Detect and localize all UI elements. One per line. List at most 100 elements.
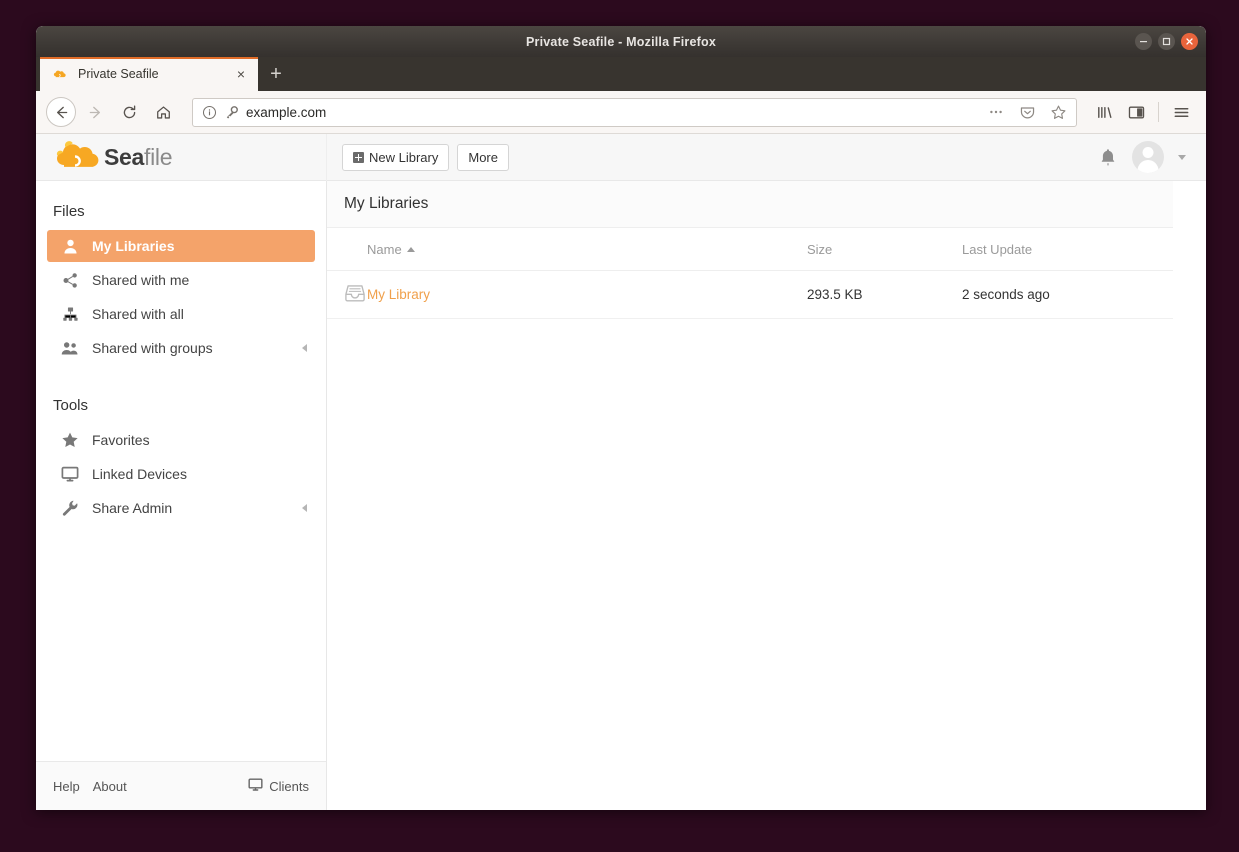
star-icon [57,431,83,449]
sidebar-item-label: Shared with groups [92,340,213,356]
library-size-cell: 293.5 KB [807,270,962,319]
library-name-link[interactable]: My Library [367,287,430,302]
wrench-icon [57,499,83,517]
clients-label: Clients [269,778,309,794]
column-label-name: Name [367,242,402,257]
bookmark-star-icon[interactable] [1046,100,1070,124]
seafile-logo[interactable]: Seafile [36,133,327,181]
users-group-icon [57,340,83,357]
sidebar-item-label: Shared with all [92,306,184,322]
user-avatar[interactable] [1132,141,1164,173]
sidebar-item-linked-devices[interactable]: Linked Devices [47,458,315,490]
home-icon[interactable] [148,97,178,127]
user-icon [57,238,83,255]
tab-title: Private Seafile [78,67,159,81]
title-bar: Private Seafile - Mozilla Firefox [36,26,1206,57]
sidebar-item-share-admin[interactable]: Share Admin [47,492,315,524]
sidebar-item-label: Linked Devices [92,466,187,482]
page-actions-ellipsis-icon[interactable] [984,100,1008,124]
app-header: Seafile New Library More [36,133,1206,181]
tab-strip: Private Seafile × + [36,57,1206,91]
navigation-toolbar: example.com [36,91,1206,134]
avatar-body [1137,160,1159,173]
chevron-left-icon[interactable] [302,344,307,352]
library-name-cell: My Library [367,270,807,319]
library-icon[interactable] [1089,97,1119,127]
key-icon[interactable] [224,105,239,120]
column-header-name[interactable]: Name [367,228,807,271]
header-icon-spacer [327,228,367,271]
sidebar-heading-files: Files [53,203,85,220]
url-text[interactable]: example.com [246,105,977,120]
monitor-icon [248,777,263,795]
more-label: More [468,149,498,165]
tab-close-icon[interactable]: × [232,65,250,83]
sidebar-item-label: Shared with me [92,272,190,288]
more-button[interactable]: More [457,143,509,171]
chevron-left-icon[interactable] [302,504,307,512]
column-header-size[interactable]: Size [807,228,962,271]
library-icon-cell [327,270,367,319]
window-title: Private Seafile - Mozilla Firefox [526,34,716,49]
app-toolbar-actions: New Library More [327,143,1098,171]
sort-ascending-icon [406,247,415,252]
page-content: Seafile New Library More Files My Librar… [36,133,1206,810]
window-controls [1135,26,1198,57]
logo-text-file: file [144,143,173,170]
libraries-table: Name Size Last Update My Library 293.5 K… [327,228,1173,319]
sidebar-item-label: Share Admin [92,500,173,516]
new-tab-button[interactable]: + [258,57,294,91]
clients-link[interactable]: Clients [248,777,309,795]
sidebar: Files My Libraries Shared with me Shared… [36,181,327,810]
sidebar-item-my-libraries[interactable]: My Libraries [47,230,315,262]
table-header-row: Name Size Last Update [327,228,1173,271]
sitemap-icon [57,306,83,323]
column-label-size: Size [807,242,833,257]
main-header: My Libraries [327,181,1173,228]
table-row[interactable]: My Library 293.5 KB 2 seconds ago [327,270,1173,319]
avatar-head [1142,147,1154,158]
library-last-update-cell: 2 seconds ago [962,270,1173,319]
toolbar-end-buttons [1089,97,1196,127]
chevron-down-icon[interactable] [1178,154,1186,160]
reload-icon[interactable] [114,97,144,127]
sidebar-item-shared-with-all[interactable]: Shared with all [47,298,315,330]
share-nodes-icon [57,272,83,289]
sidebar-icon[interactable] [1121,97,1151,127]
forward-icon[interactable] [80,97,110,127]
url-bar[interactable]: example.com [192,97,1077,127]
about-link[interactable]: About [93,779,127,794]
column-label-last-update: Last Update [962,242,1033,257]
tab-private-seafile[interactable]: Private Seafile × [40,57,258,91]
sidebar-heading-tools: Tools [53,397,89,414]
pocket-icon[interactable] [1015,100,1039,124]
minimize-button[interactable] [1135,33,1152,50]
sidebar-item-shared-with-groups[interactable]: Shared with groups [47,332,315,364]
help-link[interactable]: Help [53,779,80,794]
seafile-favicon-icon [52,66,70,82]
sidebar-item-favorites[interactable]: Favorites [47,424,315,456]
plus-square-icon [353,151,364,163]
monitor-icon [57,465,83,483]
back-icon[interactable] [46,97,76,127]
sidebar-item-label: My Libraries [92,238,175,254]
browser-window: Private Seafile - Mozilla Firefox Privat… [36,26,1206,810]
toolbar-separator [1158,102,1159,122]
bell-icon[interactable] [1098,147,1118,168]
column-header-last-update[interactable]: Last Update [962,228,1173,271]
maximize-button[interactable] [1158,33,1175,50]
new-library-button[interactable]: New Library [342,143,450,171]
seafile-wordmark: Seafile [104,143,173,170]
close-button[interactable] [1181,33,1198,50]
sidebar-footer: Help About Clients [36,761,326,810]
logo-text-sea: Sea [104,143,145,170]
info-icon[interactable] [202,105,217,120]
library-inbox-icon [344,283,367,306]
sidebar-item-label: Favorites [92,432,150,448]
page-title: My Libraries [344,195,429,212]
sidebar-item-shared-with-me[interactable]: Shared with me [47,264,315,296]
main-content: My Libraries Name Size Last Update My Li… [327,181,1206,810]
app-header-right [1098,141,1206,173]
new-library-label: New Library [369,149,439,165]
hamburger-menu-icon[interactable] [1166,97,1196,127]
